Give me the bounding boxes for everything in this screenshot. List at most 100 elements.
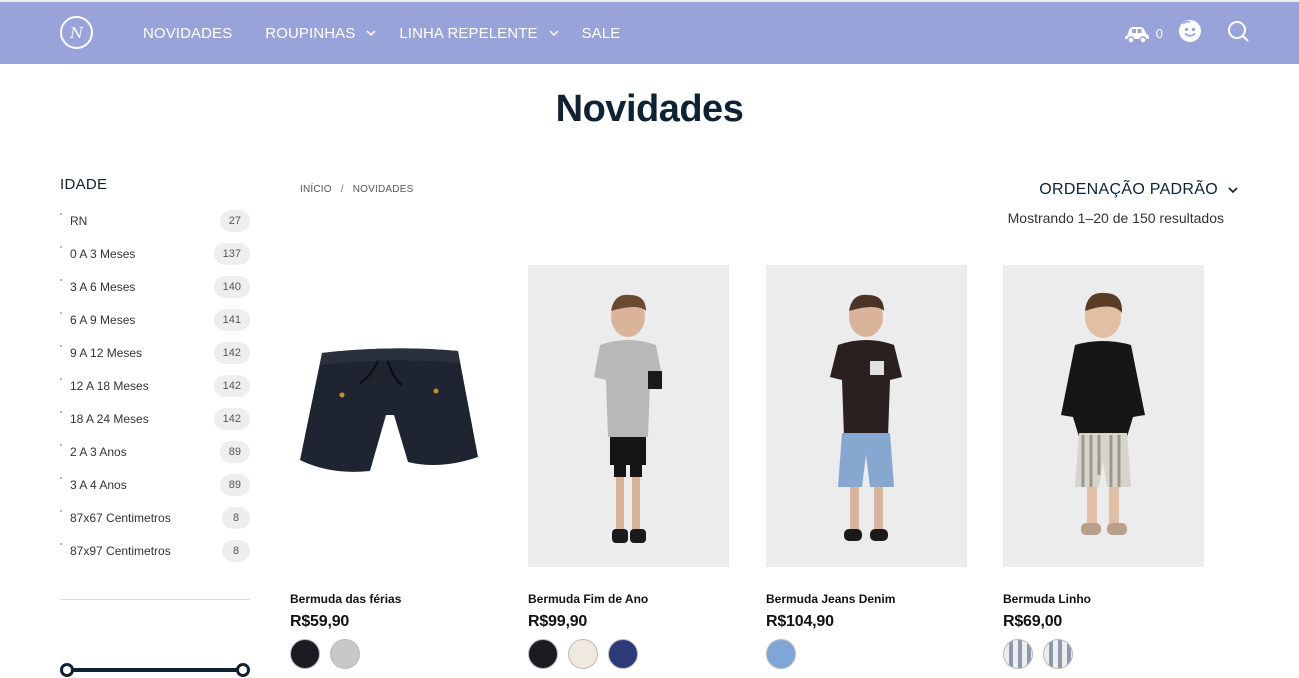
color-swatches xyxy=(1003,639,1204,669)
brand-logo[interactable]: N xyxy=(60,16,93,49)
color-swatch[interactable] xyxy=(330,639,360,669)
color-swatch[interactable] xyxy=(290,639,320,669)
filter-count: 140 xyxy=(213,275,250,298)
filter-item-rn[interactable]: RN 27 xyxy=(60,204,250,237)
nav-item-novidades[interactable]: NOVIDADES xyxy=(143,25,232,42)
product-price: R$59,90 xyxy=(290,613,350,630)
filter-label: 12 A 18 Meses xyxy=(70,378,149,393)
breadcrumb-home-link[interactable]: INÍCIO xyxy=(300,184,332,195)
filter-label: RN xyxy=(70,213,88,228)
header-actions: 0 xyxy=(1124,2,1249,64)
ordering-select[interactable]: ORDENAÇÃO PADRÃO xyxy=(1039,181,1239,199)
filter-list: RN 27 0 A 3 Meses 137 3 A 6 Meses 140 6 A 9… xyxy=(60,204,250,567)
product-name[interactable]: Bermuda das férias xyxy=(290,592,491,606)
filter-label: 3 A 6 Meses xyxy=(70,279,136,294)
color-swatch[interactable] xyxy=(766,639,796,669)
search-button[interactable] xyxy=(1227,20,1249,47)
chevron-down-icon xyxy=(549,30,559,37)
filter-count: 89 xyxy=(219,440,250,463)
product-card: Bermuda Fim de Ano R$99,90 xyxy=(528,265,729,669)
filter-count: 89 xyxy=(219,473,250,496)
product-image[interactable] xyxy=(1003,265,1204,567)
search-icon xyxy=(1228,20,1249,42)
nav-item-sale[interactable]: SALE xyxy=(582,25,621,42)
filter-title: IDADE xyxy=(60,176,108,193)
filter-item-9-12-meses[interactable]: 9 A 12 Meses 142 xyxy=(60,336,250,369)
filter-label: 2 A 3 Anos xyxy=(70,444,127,459)
slider-track xyxy=(67,668,243,672)
color-swatches xyxy=(290,639,491,669)
filter-count: 142 xyxy=(213,374,250,397)
account-button[interactable] xyxy=(1178,19,1202,48)
boy-photo xyxy=(594,294,662,543)
product-card: Bermuda das férias R$59,90 xyxy=(290,265,491,669)
product-price: R$99,90 xyxy=(528,613,588,630)
nav-item-linha-repelente[interactable]: LINHA REPELENTE xyxy=(399,25,559,42)
color-swatch[interactable] xyxy=(1043,639,1073,669)
chevron-down-icon xyxy=(1228,187,1238,194)
filter-label: 87x67 Centimetros xyxy=(70,510,171,525)
result-count: Mostrando 1–20 de 150 resultados xyxy=(1007,210,1224,226)
filter-item-12-18-meses[interactable]: 12 A 18 Meses 142 xyxy=(60,369,250,402)
filter-label: 3 A 4 Anos xyxy=(70,477,127,492)
sidebar-filters: IDADE RN 27 0 A 3 Meses 137 3 A 6 Meses 140… xyxy=(60,176,250,567)
color-swatches xyxy=(766,639,967,669)
breadcrumb: INÍCIO / NOVIDADES xyxy=(300,184,413,195)
product-image[interactable] xyxy=(290,265,491,567)
smiley-face-icon xyxy=(1179,19,1201,42)
main-nav: NOVIDADES ROUPINHAS LINHA REPELENTE SALE xyxy=(143,2,620,64)
color-swatch[interactable] xyxy=(1003,639,1033,669)
filter-item-0-3-meses[interactable]: 0 A 3 Meses 137 xyxy=(60,237,250,270)
product-name[interactable]: Bermuda Fim de Ano xyxy=(528,592,729,606)
ordering-label: ORDENAÇÃO PADRÃO xyxy=(1039,181,1218,198)
filter-count: 142 xyxy=(213,407,250,430)
filter-count: 8 xyxy=(222,539,250,562)
filter-label: 9 A 12 Meses xyxy=(70,345,143,360)
cart-count: 0 xyxy=(1155,25,1163,41)
page-title: Novidades xyxy=(555,88,744,130)
slider-max-handle[interactable] xyxy=(236,663,250,677)
price-range-slider[interactable] xyxy=(60,662,250,678)
filter-label: 0 A 3 Meses xyxy=(70,246,136,261)
filter-count: 142 xyxy=(213,341,250,364)
filter-item-3-6-meses[interactable]: 3 A 6 Meses 140 xyxy=(60,270,250,303)
nav-label: SALE xyxy=(581,24,621,42)
color-swatch[interactable] xyxy=(568,639,598,669)
color-swatch[interactable] xyxy=(528,639,558,669)
breadcrumb-current: NOVIDADES xyxy=(352,184,414,195)
filter-label: 87x97 Centimetros xyxy=(70,543,171,558)
nav-label: NOVIDADES xyxy=(143,24,233,42)
breadcrumb-separator: / xyxy=(340,184,344,195)
sidebar-divider xyxy=(60,599,250,600)
filter-count: 141 xyxy=(213,308,250,331)
nav-item-roupinhas[interactable]: ROUPINHAS xyxy=(265,25,377,42)
boy-photo xyxy=(830,294,902,541)
shorts-photo xyxy=(300,348,478,472)
filter-item-87x97-cm[interactable]: 87x97 Centimetros 8 xyxy=(60,534,250,567)
filter-item-6-9-meses[interactable]: 6 A 9 Meses 141 xyxy=(60,303,250,336)
product-image[interactable] xyxy=(766,265,967,567)
filter-item-3-4-anos[interactable]: 3 A 4 Anos 89 xyxy=(60,468,250,501)
filter-item-2-3-anos[interactable]: 2 A 3 Anos 89 xyxy=(60,435,250,468)
product-name[interactable]: Bermuda Jeans Denim xyxy=(766,592,967,606)
color-swatches xyxy=(528,639,729,669)
slider-min-handle[interactable] xyxy=(60,663,74,677)
product-name[interactable]: Bermuda Linho xyxy=(1003,592,1204,606)
product-price: R$104,90 xyxy=(766,613,834,630)
nav-label: ROUPINHAS xyxy=(265,24,356,42)
chevron-down-icon xyxy=(366,30,376,37)
logo-text: N xyxy=(69,23,84,42)
filter-count: 137 xyxy=(213,242,250,265)
product-card: Bermuda Linho R$69,00 xyxy=(1003,265,1204,669)
car-cart-icon xyxy=(1124,27,1149,44)
filter-item-87x67-cm[interactable]: 87x67 Centimetros 8 xyxy=(60,501,250,534)
filter-label: 6 A 9 Meses xyxy=(70,312,136,327)
filter-item-18-24-meses[interactable]: 18 A 24 Meses 142 xyxy=(60,402,250,435)
color-swatch[interactable] xyxy=(608,639,638,669)
nav-label: LINHA REPELENTE xyxy=(399,24,538,42)
filter-label: 18 A 24 Meses xyxy=(70,411,149,426)
cart-button[interactable]: 0 xyxy=(1124,22,1163,44)
product-image[interactable] xyxy=(528,265,729,567)
product-price: R$69,00 xyxy=(1003,613,1063,630)
filter-count: 27 xyxy=(219,209,250,232)
